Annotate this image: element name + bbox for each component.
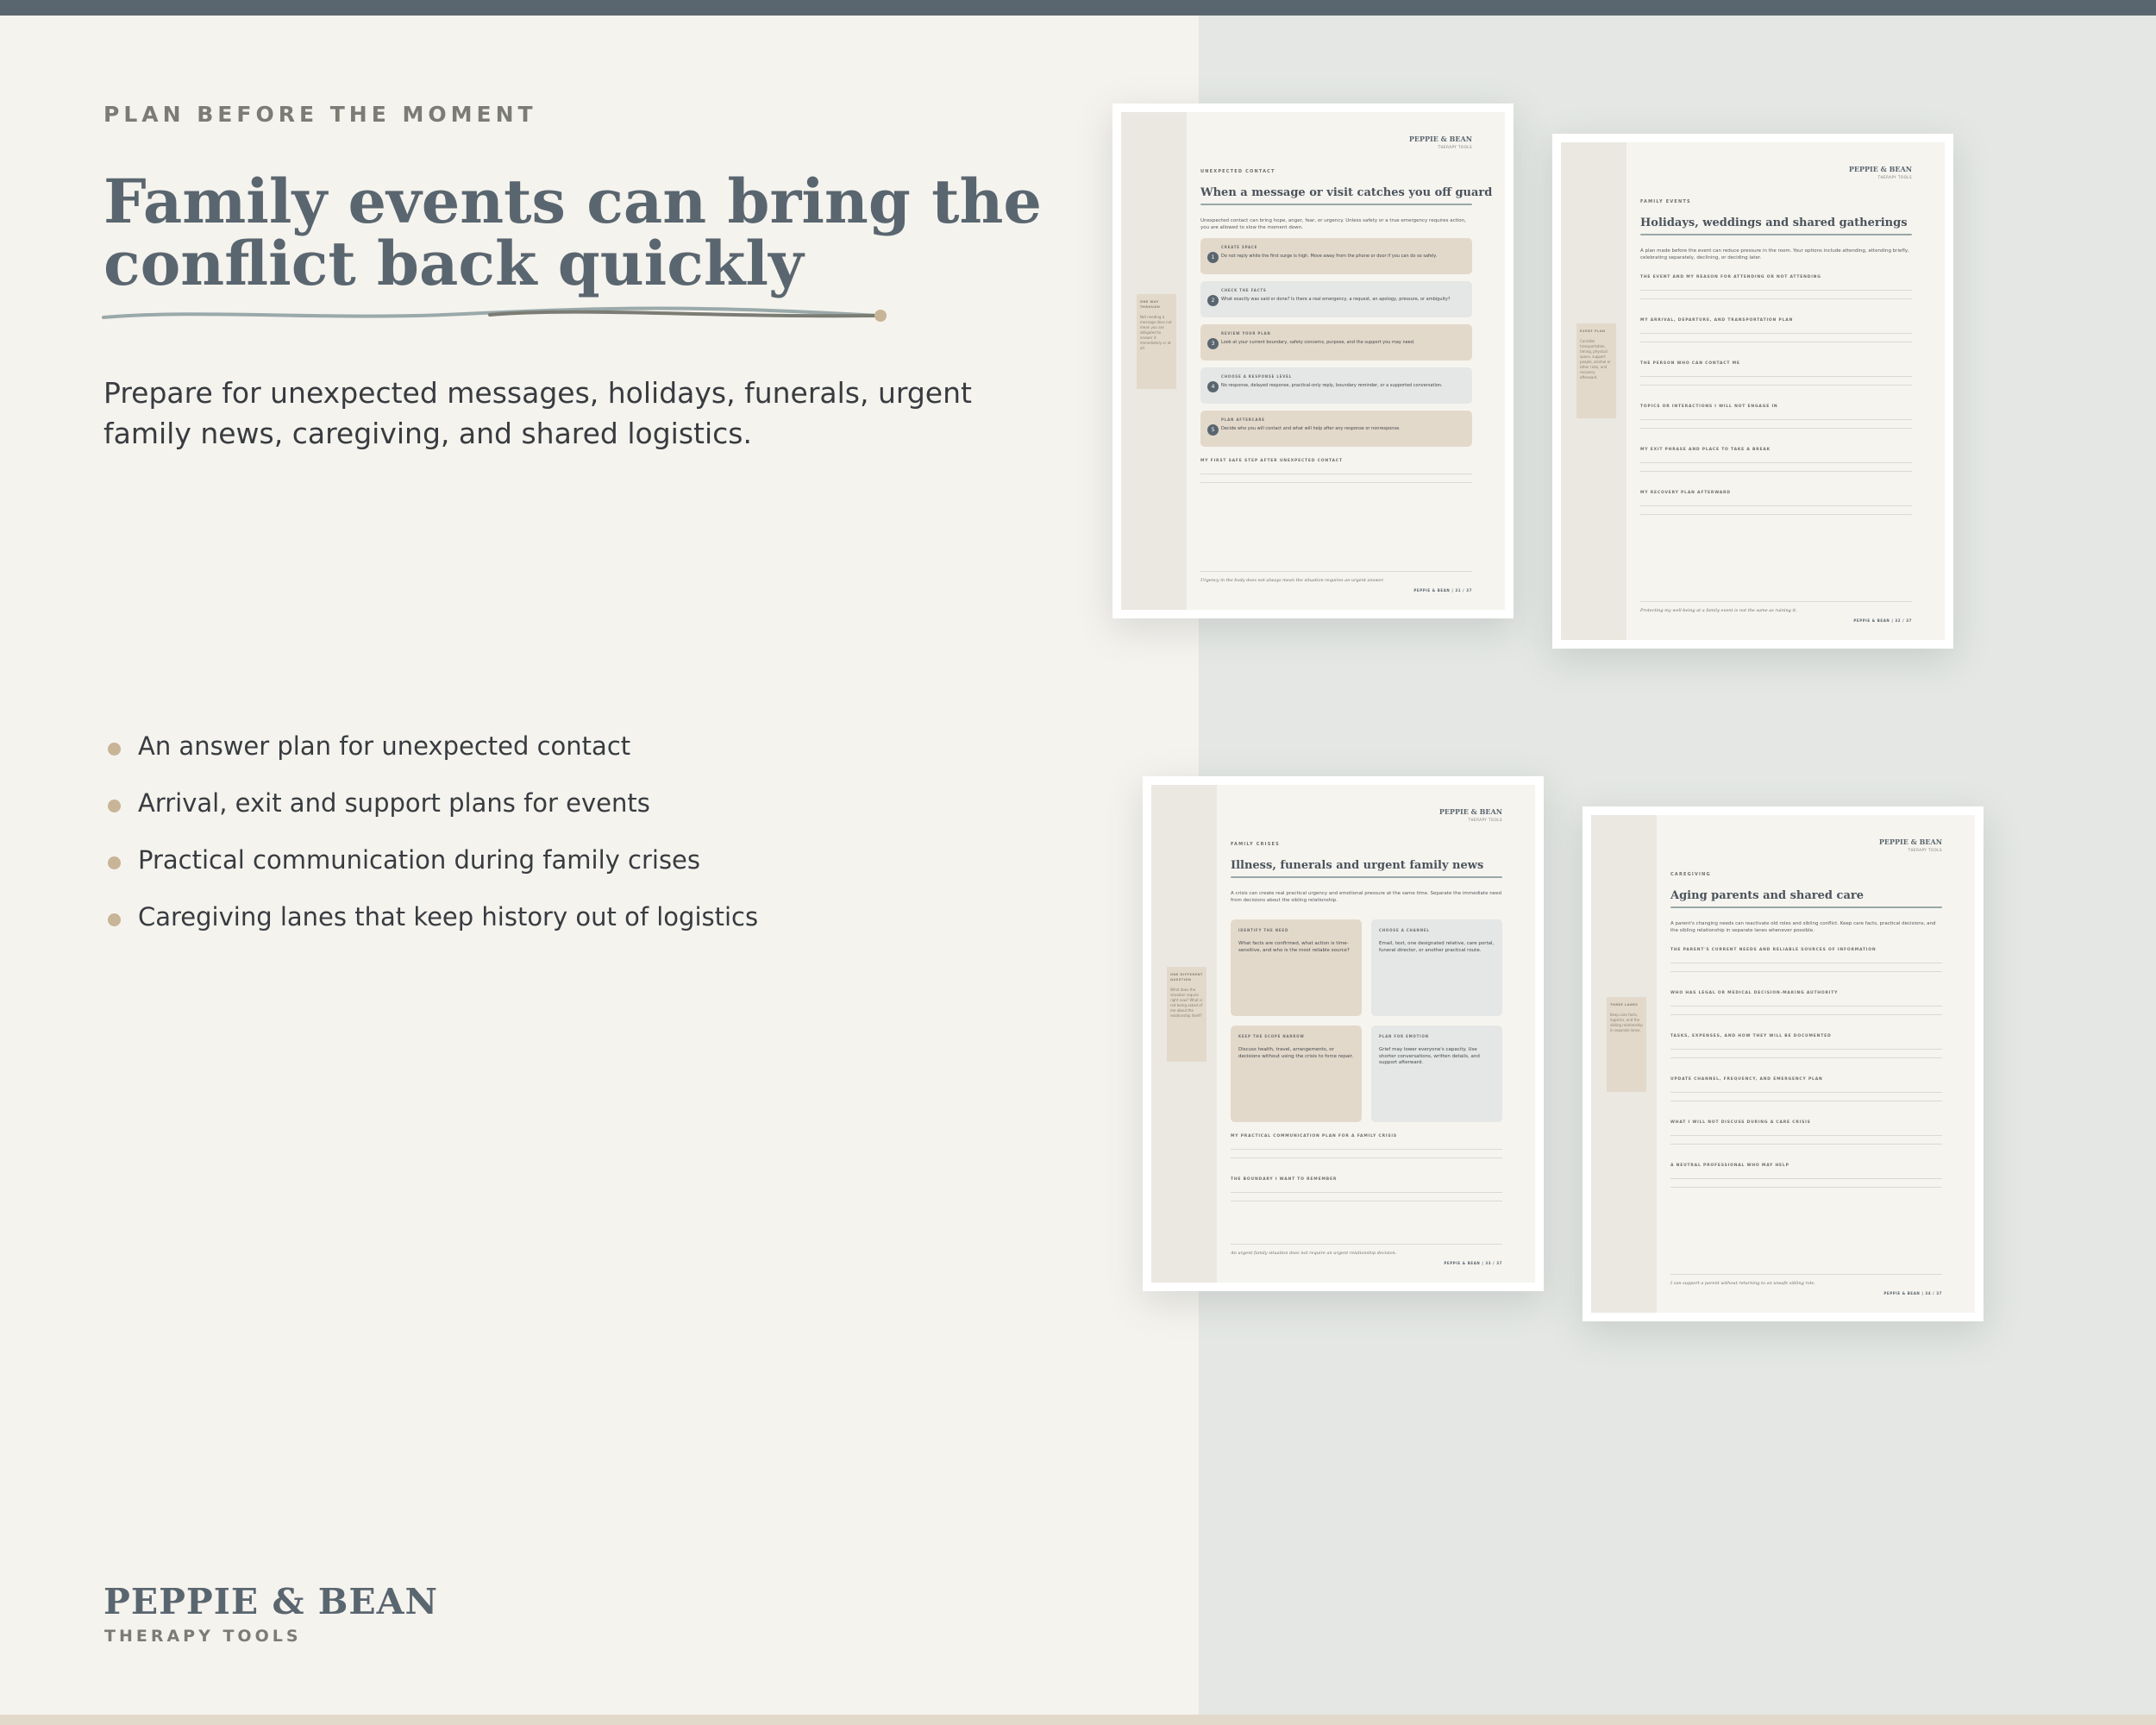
- sidebar-note: ONE WAY THROUGH Not needing a message do…: [1137, 294, 1176, 389]
- write-in-field: MY RECOVERY PLAN AFTERWARD: [1640, 491, 1912, 515]
- worksheet-content: FAMILY CRISES Illness, funerals and urge…: [1231, 842, 1502, 1201]
- list-item: An answer plan for unexpected contact: [103, 729, 758, 786]
- worksheet-title: Holidays, weddings and shared gatherings: [1640, 216, 1908, 229]
- grid-card: KEEP THE SCOPE NARROW Discuss health, tra…: [1231, 1026, 1362, 1122]
- worksheet-kicker: UNEXPECTED CONTACT: [1200, 169, 1275, 174]
- worksheet-logo: PEPPIE & BEAN THERAPY TOOLS: [1878, 837, 1942, 852]
- write-in-field: MY EXIT PHRASE AND PLACE TO TAKE A BREAK: [1640, 448, 1912, 472]
- step-card: 5 PLAN AFTERCARE Decide who you will conta…: [1200, 411, 1472, 447]
- worksheet-page: ONE DIFFERENT QUESTION What does the sit…: [1151, 785, 1535, 1283]
- worksheet-intro: Unexpected contact can bring hope, anger…: [1200, 218, 1466, 230]
- step-card: 2 CHECK THE FACTS What exactly was said or…: [1200, 281, 1472, 317]
- worksheet-page: EVENT PLAN Consider transportation, timi…: [1561, 142, 1945, 640]
- page-number: PEPPIE & BEAN | 32 / 37: [1853, 618, 1912, 623]
- worksheet-intro: A parent's changing needs can reactivate…: [1670, 921, 1936, 933]
- worksheet-content: CAREGIVING Aging parents and shared care…: [1670, 872, 1942, 1188]
- worksheet-page: ONE WAY THROUGH Not needing a message do…: [1121, 112, 1505, 610]
- page-number: PEPPIE & BEAN | 31 / 37: [1413, 588, 1472, 593]
- list-item: Practical communication during family cr…: [103, 843, 758, 900]
- write-in-field: THE PERSON WHO CAN CONTACT ME: [1640, 361, 1912, 386]
- worksheet-kicker: CAREGIVING: [1670, 872, 1711, 877]
- worksheet-logo: PEPPIE & BEAN THERAPY TOOLS: [1848, 165, 1912, 179]
- bullet-dot-icon: [108, 856, 121, 869]
- worksheet-footer: I can support a parent without returning…: [1670, 1274, 1942, 1295]
- write-in-field: A NEUTRAL PROFESSIONAL WHO MAY HELP: [1670, 1164, 1942, 1188]
- write-in-field: MY PRACTICAL COMMUNICATION PLAN FOR A FA…: [1231, 1134, 1502, 1158]
- page-number: PEPPIE & BEAN | 33 / 37: [1444, 1261, 1502, 1265]
- title-underline: [1640, 234, 1912, 235]
- worksheet-family-crises: ONE DIFFERENT QUESTION What does the sit…: [1143, 776, 1544, 1291]
- grid-card: IDENTIFY THE NEED What facts are confirme…: [1231, 919, 1362, 1016]
- title-underline: [1231, 876, 1502, 878]
- title-underline: [1670, 906, 1942, 908]
- write-in-field: WHAT I WILL NOT DISCUSS DURING A CARE CR…: [1670, 1120, 1942, 1145]
- bullet-dot-icon: [108, 913, 121, 926]
- worksheet-content: FAMILY EVENTS Holidays, weddings and sha…: [1640, 199, 1912, 515]
- sidebar-note: ONE DIFFERENT QUESTION What does the sit…: [1167, 967, 1206, 1062]
- headline-line-2: conflict back quickly: [103, 228, 804, 299]
- worksheet-kicker: FAMILY EVENTS: [1640, 199, 1691, 204]
- brand-logo: PEPPIE & BEAN: [103, 1581, 438, 1622]
- worksheet-logo: PEPPIE & BEAN THERAPY TOOLS: [1438, 807, 1502, 822]
- worksheet-page: THREE LANES Keep care facts, logistics, …: [1591, 815, 1975, 1313]
- lede: Prepare for unexpected messages, holiday…: [103, 376, 972, 450]
- worksheet-intro: A plan made before the event can reduce …: [1640, 248, 1909, 260]
- worksheet-caregiving: THREE LANES Keep care facts, logistics, …: [1583, 806, 1984, 1321]
- write-in-field: THE PARENT'S CURRENT NEEDS AND RELIABLE …: [1670, 948, 1942, 972]
- step-card: 4 CHOOSE A RESPONSE LEVEL No response, del…: [1200, 367, 1472, 404]
- headline-line-1: Family events can bring the: [103, 166, 1042, 237]
- page-number: PEPPIE & BEAN | 34 / 37: [1883, 1291, 1942, 1295]
- eyebrow: PLAN BEFORE THE MOMENT: [103, 102, 537, 127]
- sidebar-note: THREE LANES Keep care facts, logistics, …: [1607, 997, 1646, 1092]
- worksheet-intro: A crisis can create real practical urgen…: [1231, 891, 1501, 903]
- write-in-field: UPDATE CHANNEL, FREQUENCY, AND EMERGENCY…: [1670, 1077, 1942, 1101]
- title-underline: [1200, 204, 1472, 205]
- top-bar: [0, 0, 2156, 16]
- write-in-field: THE BOUNDARY I WANT TO REMEMBER: [1231, 1177, 1502, 1201]
- worksheet-title: Aging parents and shared care: [1670, 889, 1864, 902]
- write-in-field: WHO HAS LEGAL OR MEDICAL DECISION-MAKING…: [1670, 991, 1942, 1015]
- worksheet-footer: Urgency in the body does not always mean…: [1200, 571, 1472, 593]
- page-title: Family events can bring the conflict bac…: [103, 171, 1052, 295]
- step-card: 1 CREATE SPACE Do not reply while the firs…: [1200, 238, 1472, 274]
- crisis-grid: IDENTIFY THE NEED What facts are confirme…: [1231, 919, 1502, 1122]
- worksheet-title: When a message or visit catches you off …: [1200, 186, 1493, 199]
- worksheet-footer: An urgent family situation does not requ…: [1231, 1244, 1502, 1265]
- worksheet-kicker: FAMILY CRISES: [1231, 842, 1280, 847]
- sidebar-note: EVENT PLAN Consider transportation, timi…: [1576, 323, 1616, 418]
- step-card: 3 REVIEW YOUR PLAN Look at your current bo…: [1200, 324, 1472, 361]
- write-in-field: MY ARRIVAL, DEPARTURE, AND TRANSPORTATIO…: [1640, 318, 1912, 342]
- worksheet-logo: PEPPIE & BEAN THERAPY TOOLS: [1408, 135, 1472, 149]
- list-item: Caregiving lanes that keep history out o…: [103, 900, 758, 957]
- worksheet-title: Illness, funerals and urgent family news: [1231, 859, 1484, 872]
- write-in-field: MY FIRST SAFE STEP AFTER UNEXPECTED CONT…: [1200, 459, 1472, 483]
- grid-card: CHOOSE A CHANNEL Email, text, one designa…: [1371, 919, 1502, 1016]
- write-in-field: TASKS, EXPENSES, AND HOW THEY WILL BE DO…: [1670, 1034, 1942, 1058]
- write-in-field: TOPICS OR INTERACTIONS I WILL NOT ENGAGE…: [1640, 405, 1912, 429]
- worksheet-footer: Protecting my well-being at a family eve…: [1640, 601, 1912, 623]
- brand-tagline: THERAPY TOOLS: [104, 1627, 302, 1646]
- grid-card: PLAN FOR EMOTION Grief may lower everyone…: [1371, 1026, 1502, 1122]
- feature-list: An answer plan for unexpected contact Ar…: [103, 729, 758, 957]
- bullet-dot-icon: [108, 743, 121, 756]
- worksheet-holidays: EVENT PLAN Consider transportation, timi…: [1552, 134, 1953, 649]
- bottom-bar: [0, 1715, 2156, 1725]
- write-in-field: THE EVENT AND MY REASON FOR ATTENDING OR…: [1640, 275, 1912, 299]
- worksheet-content: UNEXPECTED CONTACT When a message or vis…: [1200, 169, 1493, 483]
- list-item: Arrival, exit and support plans for even…: [103, 786, 758, 843]
- bullet-dot-icon: [108, 800, 121, 812]
- worksheet-unexpected-contact: ONE WAY THROUGH Not needing a message do…: [1112, 104, 1514, 618]
- underline-dot: [874, 310, 887, 322]
- headline-underline: [102, 306, 887, 322]
